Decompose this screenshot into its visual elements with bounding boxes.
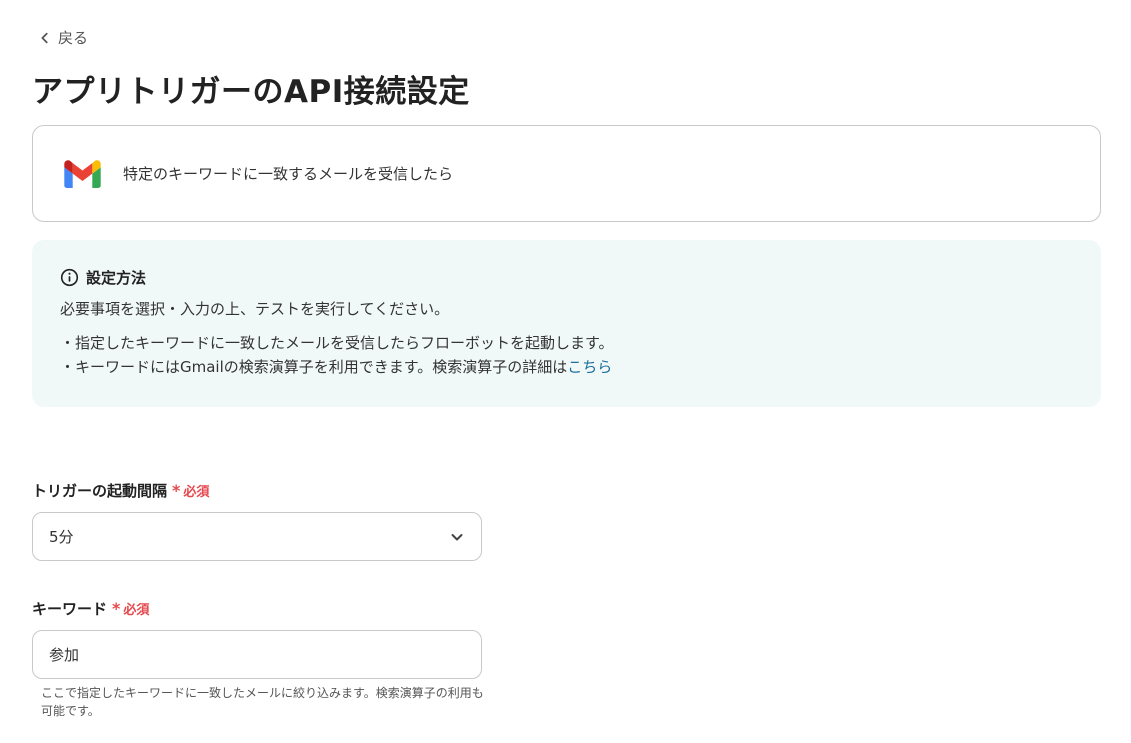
keyword-label-text: キーワード (32, 600, 108, 618)
trigger-description: 特定のキーワードに一致するメールを受信したら (123, 165, 454, 183)
info-line-2: ・指定したキーワードに一致したメールを受信したらフローボットを起動します。 (60, 334, 614, 352)
info-icon (60, 268, 79, 287)
interval-label: トリガーの起動間隔 * 必須 (32, 480, 209, 501)
interval-select[interactable]: 5分 (32, 512, 482, 561)
back-link[interactable]: 戻る (38, 27, 88, 48)
operator-details-link[interactable]: こちら (567, 358, 612, 376)
keyword-input[interactable] (32, 630, 482, 679)
info-line-1: 必要事項を選択・入力の上、テストを実行してください。 (60, 300, 450, 318)
required-badge: 必須 (123, 603, 150, 618)
chevron-down-icon (451, 533, 463, 540)
keyword-label: キーワード * 必須 (32, 598, 149, 619)
info-line-3: ・キーワードにはGmailの検索演算子を利用できます。検索演算子の詳細はこちら (60, 355, 1073, 379)
required-star: * (112, 599, 121, 618)
required-star: * (172, 481, 181, 500)
back-label: 戻る (58, 29, 89, 47)
trigger-card: 特定のキーワードに一致するメールを受信したら (32, 125, 1101, 222)
required-badge: 必須 (183, 485, 210, 500)
info-heading-text: 設定方法 (86, 269, 147, 287)
page-title: アプリトリガーのAPI接続設定 (32, 74, 470, 110)
gmail-icon (64, 159, 101, 188)
info-line-3-text: ・キーワードにはGmailの検索演算子を利用できます。検索演算子の詳細は (60, 358, 568, 376)
info-heading: 設定方法 (60, 267, 1073, 288)
interval-select-value: 5分 (49, 528, 74, 546)
keyword-help-text: ここで指定したキーワードに一致したメールに絞り込みます。検索演算子の利用も可能で… (41, 686, 484, 718)
chevron-left-icon (41, 32, 48, 43)
setup-info-box: 設定方法 必要事項を選択・入力の上、テストを実行してください。 ・指定したキーワ… (32, 240, 1101, 407)
interval-label-text: トリガーの起動間隔 (32, 482, 168, 500)
